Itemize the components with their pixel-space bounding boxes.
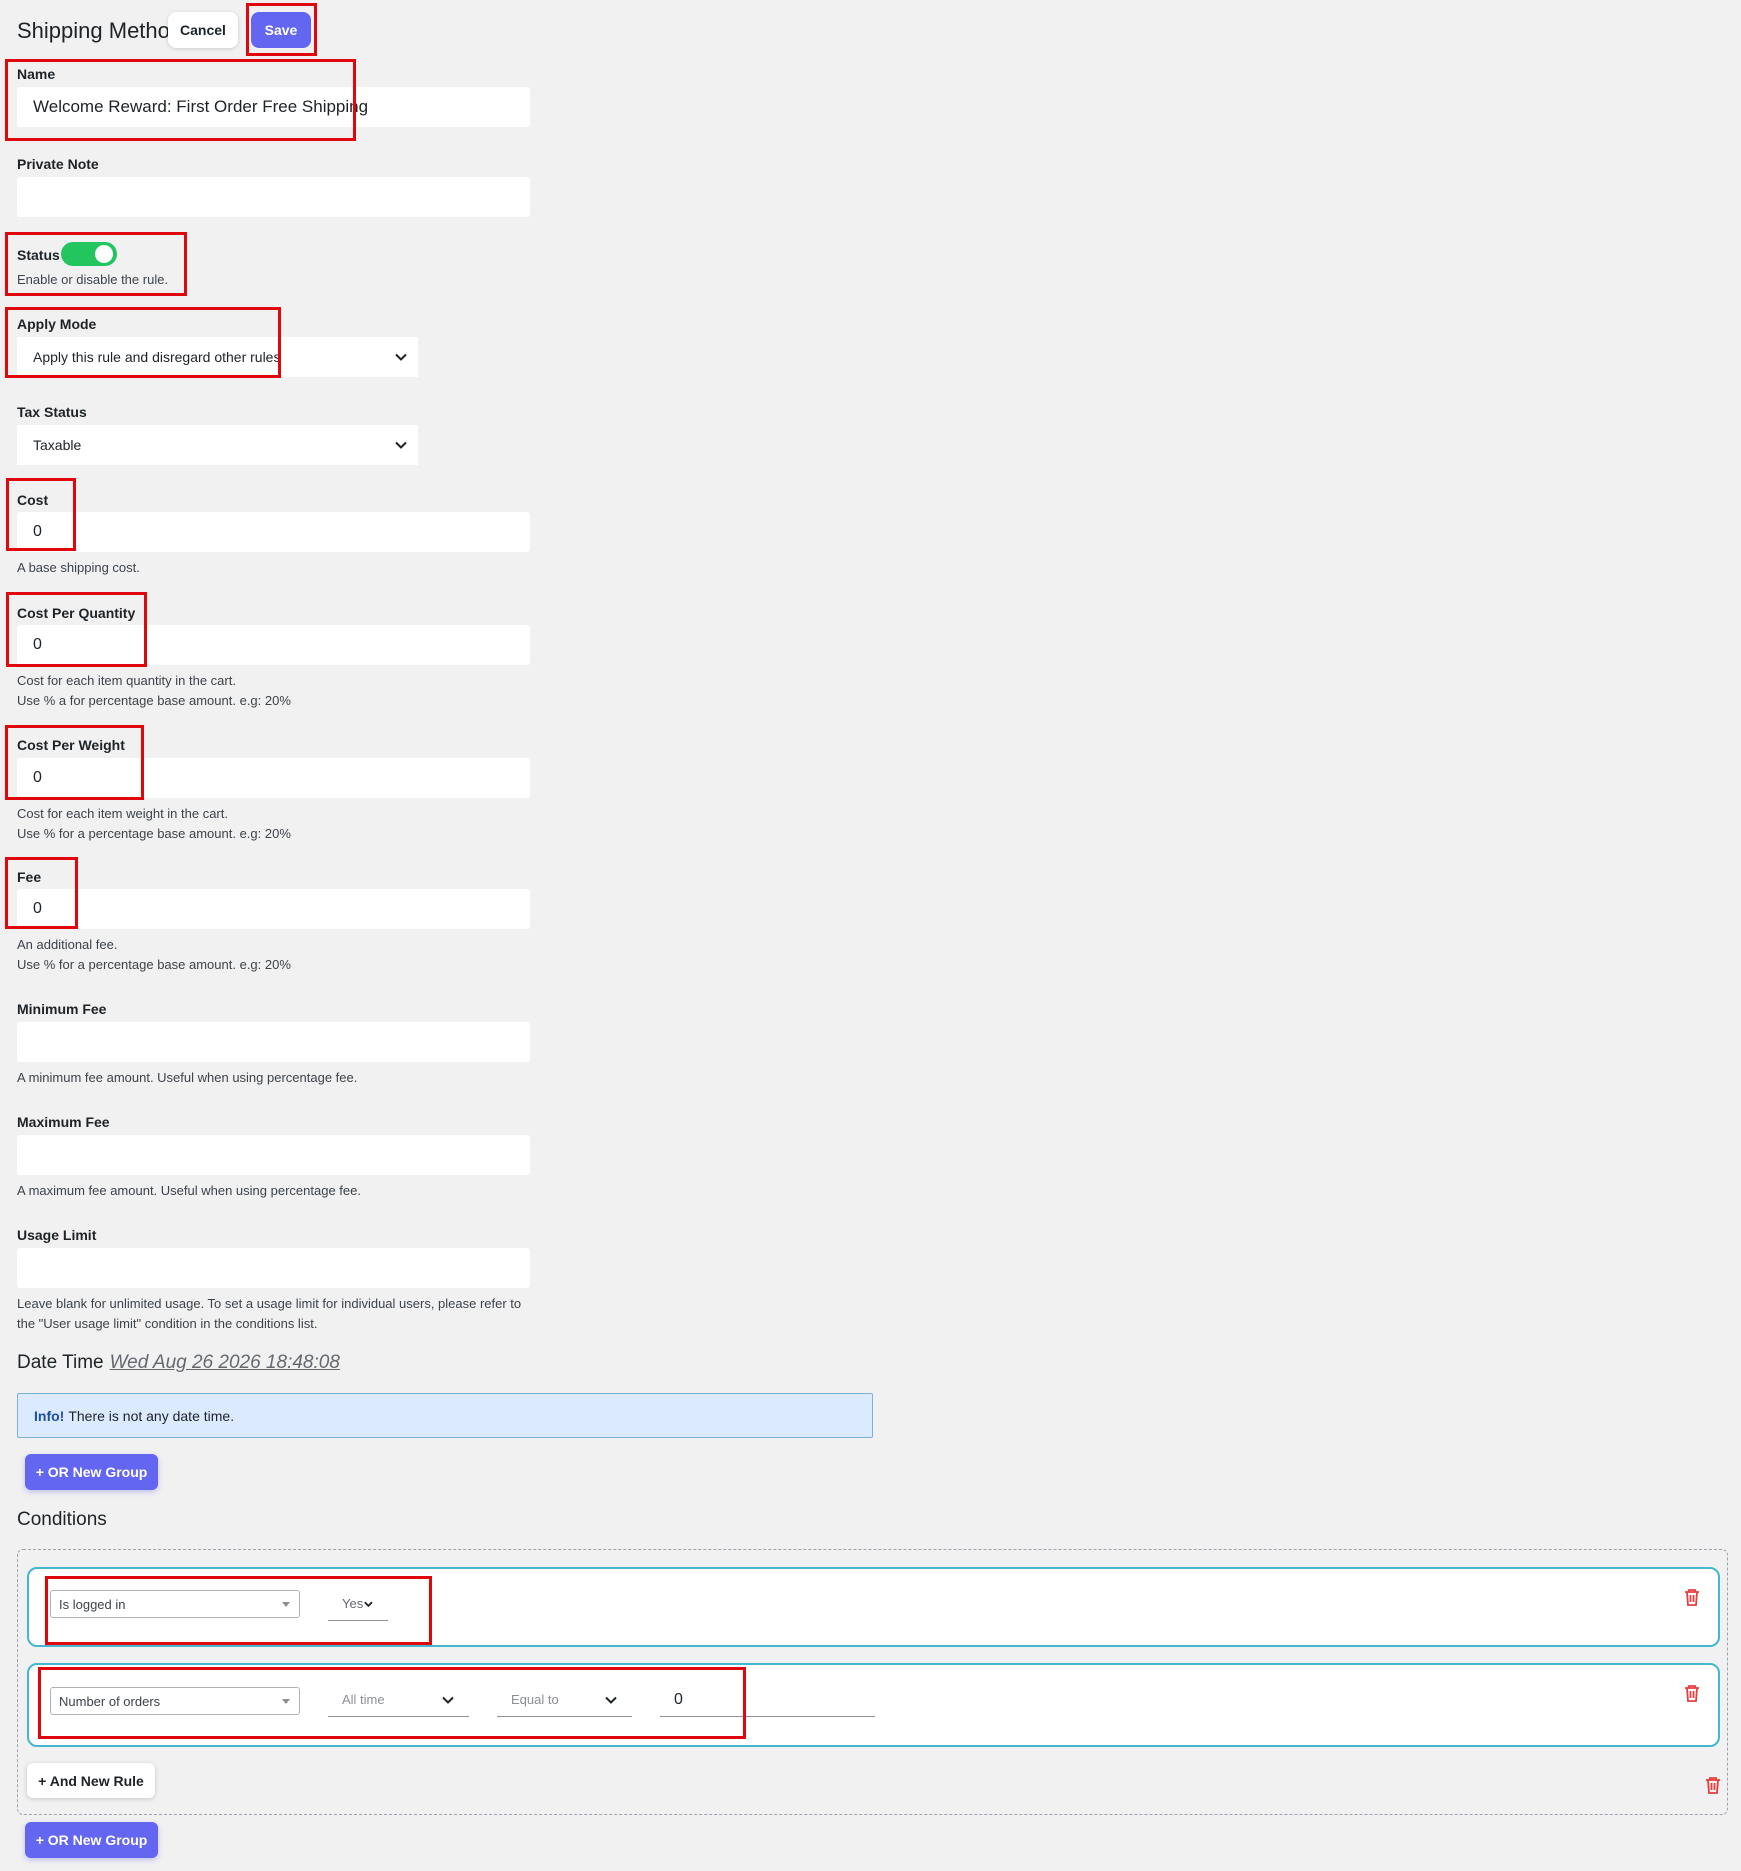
trash-icon[interactable] xyxy=(1684,1684,1700,1702)
status-label: Status xyxy=(17,247,60,263)
fee-help-2: Use % for a percentage base amount. e.g:… xyxy=(17,957,291,972)
cost-per-quantity-input[interactable]: 0 xyxy=(17,625,530,665)
private-note-label: Private Note xyxy=(17,156,99,172)
caret-down-icon xyxy=(282,1602,290,1607)
private-note-input[interactable] xyxy=(17,177,530,217)
info-text: There is not any date time. xyxy=(68,1407,235,1424)
status-help: Enable or disable the rule. xyxy=(17,272,169,287)
or-new-group-button-datetime[interactable]: + OR New Group xyxy=(25,1454,158,1490)
minimum-fee-label: Minimum Fee xyxy=(17,1001,107,1017)
condition-select-1[interactable]: Is logged in xyxy=(50,1590,300,1618)
fee-input[interactable]: 0 xyxy=(17,889,530,929)
cost-per-weight-help-2: Use % for a percentage base amount. e.g:… xyxy=(17,826,291,841)
trash-icon[interactable] xyxy=(1684,1588,1700,1606)
cost-input[interactable]: 0 xyxy=(17,512,530,552)
logged-in-value: Yes xyxy=(342,1596,364,1611)
page-title: Shipping Method xyxy=(17,18,183,43)
tax-status-select[interactable]: Taxable xyxy=(17,425,418,465)
date-time-title: Date Time xyxy=(17,1352,104,1373)
condition-select-2-value: Number of orders xyxy=(59,1693,161,1709)
date-time-value[interactable]: Wed Aug 26 2026 18:48:08 xyxy=(110,1352,340,1374)
chevron-down-icon xyxy=(364,1601,373,1607)
maximum-fee-label: Maximum Fee xyxy=(17,1114,110,1130)
usage-limit-help-1: Leave blank for unlimited usage. To set … xyxy=(17,1296,522,1311)
and-new-rule-button[interactable]: + And New Rule xyxy=(27,1763,155,1798)
maximum-fee-input[interactable] xyxy=(17,1135,530,1175)
cost-per-weight-input[interactable]: 0 xyxy=(17,758,530,798)
status-toggle[interactable] xyxy=(61,242,117,266)
apply-mode-label: Apply Mode xyxy=(17,316,97,332)
chevron-down-icon xyxy=(605,1696,617,1704)
minimum-fee-help: A minimum fee amount. Useful when using … xyxy=(17,1070,358,1085)
save-button[interactable]: Save xyxy=(251,12,311,48)
operator-value: Equal to xyxy=(511,1692,559,1707)
name-label: Name xyxy=(17,66,56,82)
orders-value: 0 xyxy=(674,1690,683,1708)
cost-label: Cost xyxy=(17,492,49,508)
logged-in-value-select[interactable]: Yes xyxy=(328,1587,388,1621)
usage-limit-input[interactable] xyxy=(17,1248,530,1288)
maximum-fee-help: A maximum fee amount. Useful when using … xyxy=(17,1183,361,1198)
tax-status-label: Tax Status xyxy=(17,404,87,420)
caret-down-icon xyxy=(282,1699,290,1704)
name-input[interactable]: Welcome Reward: First Order Free Shippin… xyxy=(17,87,530,127)
usage-limit-help-2: the "User usage limit" condition in the … xyxy=(17,1316,318,1331)
apply-mode-value: Apply this rule and disregard other rule… xyxy=(33,349,281,365)
cost-help: A base shipping cost. xyxy=(17,560,140,575)
or-new-group-button-conditions[interactable]: + OR New Group xyxy=(25,1822,158,1858)
conditions-title: Conditions xyxy=(17,1509,107,1530)
cost-per-weight-help-1: Cost for each item weight in the cart. xyxy=(17,806,228,821)
cost-per-quantity-help-1: Cost for each item quantity in the cart. xyxy=(17,673,236,688)
condition-select-2[interactable]: Number of orders xyxy=(50,1687,300,1715)
orders-value-input[interactable]: 0 xyxy=(660,1683,875,1717)
trash-icon[interactable] xyxy=(1705,1776,1721,1794)
date-time-info: Info! There is not any date time. xyxy=(17,1393,873,1438)
chevron-down-icon xyxy=(395,441,407,449)
toggle-knob xyxy=(95,245,113,263)
period-select[interactable]: All time xyxy=(328,1683,469,1717)
chevron-down-icon xyxy=(442,1696,454,1704)
operator-select[interactable]: Equal to xyxy=(497,1683,632,1717)
apply-mode-select[interactable]: Apply this rule and disregard other rule… xyxy=(17,337,418,377)
fee-label: Fee xyxy=(17,869,42,885)
date-time-heading: Date Time Wed Aug 26 2026 18:48:08 xyxy=(17,1352,340,1374)
cost-per-weight-label: Cost Per Weight xyxy=(17,737,125,753)
cancel-button[interactable]: Cancel xyxy=(168,12,238,48)
chevron-down-icon xyxy=(395,353,407,361)
minimum-fee-input[interactable] xyxy=(17,1022,530,1062)
usage-limit-label: Usage Limit xyxy=(17,1227,97,1243)
cost-per-quantity-help-2: Use % a for percentage base amount. e.g:… xyxy=(17,693,291,708)
condition-select-1-value: Is logged in xyxy=(59,1596,126,1612)
info-label: Info! xyxy=(34,1407,65,1424)
cost-per-quantity-label: Cost Per Quantity xyxy=(17,605,136,621)
fee-help-1: An additional fee. xyxy=(17,937,118,952)
tax-status-value: Taxable xyxy=(33,437,82,453)
period-value: All time xyxy=(342,1692,385,1707)
